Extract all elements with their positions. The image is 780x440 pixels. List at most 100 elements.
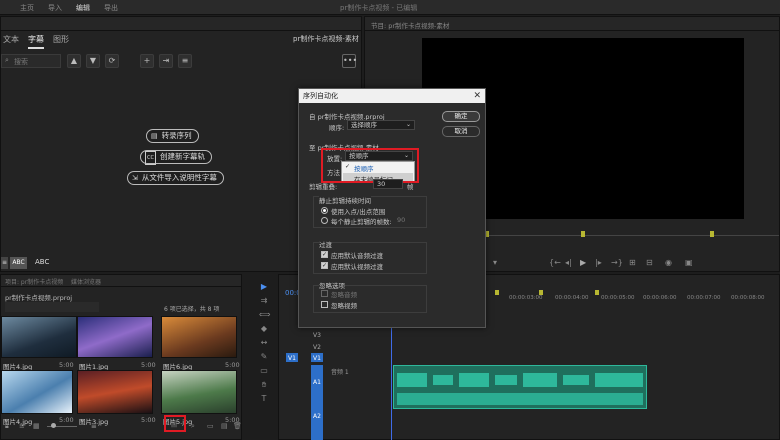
project-search-input[interactable] bbox=[5, 302, 99, 312]
track-a1[interactable]: A1 bbox=[313, 379, 321, 386]
chevron-down-icon: ⌄ bbox=[405, 121, 411, 128]
step-forward-icon[interactable]: |▸ bbox=[595, 258, 602, 267]
comparison-view-icon[interactable]: ▣ bbox=[685, 258, 693, 267]
audio-tracks-target[interactable] bbox=[311, 365, 323, 440]
split-icon[interactable]: ⇥ bbox=[159, 54, 173, 68]
lock-icon[interactable]: 🔒︎ bbox=[5, 422, 9, 431]
new-bin-icon[interactable]: ▭ bbox=[207, 422, 214, 430]
audio-transition-checkbox[interactable]: ✓ bbox=[321, 251, 328, 258]
pen-icon[interactable]: ✎ bbox=[259, 352, 269, 362]
step-back-icon[interactable]: ◂| bbox=[565, 258, 572, 267]
thumbnail-image[interactable] bbox=[1, 370, 73, 414]
tab-edit[interactable]: 编辑 bbox=[76, 3, 90, 13]
audio-transition-label: 应用默认音频过渡 bbox=[331, 252, 383, 260]
thumb-duration: 5:00 bbox=[59, 416, 74, 424]
highlight-placement bbox=[321, 148, 419, 183]
tab-home[interactable]: 主页 bbox=[20, 3, 34, 13]
arrow-up-button[interactable]: ▲ bbox=[67, 54, 81, 68]
sort-icon[interactable]: ≣ bbox=[91, 422, 97, 430]
merge-icon[interactable]: ≡ bbox=[178, 54, 192, 68]
tab-import[interactable]: 导入 bbox=[48, 3, 62, 13]
timeline-marker[interactable] bbox=[539, 290, 543, 295]
arrow-down-button[interactable]: ▼ bbox=[86, 54, 100, 68]
marker-3[interactable] bbox=[710, 231, 714, 237]
close-icon[interactable]: ✕ bbox=[473, 89, 481, 103]
ignore-audio-label: 忽略音频 bbox=[331, 291, 357, 299]
tab-graphics[interactable]: 图形 bbox=[53, 34, 69, 45]
order-select[interactable]: 选择顺序 ⌄ bbox=[347, 120, 415, 130]
refresh-icon[interactable]: ⟳ bbox=[105, 54, 119, 68]
ignore-video-label: 忽略视频 bbox=[331, 302, 357, 310]
order-label: 顺序: bbox=[329, 124, 345, 132]
type-icon[interactable]: T bbox=[259, 394, 269, 404]
rectangle-icon[interactable]: ▭ bbox=[259, 366, 269, 376]
cancel-button[interactable]: 取消 bbox=[442, 126, 480, 137]
ignore-audio-checkbox[interactable] bbox=[321, 290, 328, 297]
radio-frames[interactable] bbox=[321, 217, 328, 224]
go-to-in-icon[interactable]: {← bbox=[549, 258, 561, 267]
zoom-slider-handle[interactable] bbox=[51, 423, 56, 428]
thumbnail-image[interactable] bbox=[77, 316, 153, 358]
thumbnail-image[interactable] bbox=[77, 370, 153, 414]
selection-tool-icon[interactable]: ▶ bbox=[259, 282, 269, 292]
tab-text[interactable]: 文本 bbox=[3, 34, 19, 45]
ruler-label: 00:00:04:00 bbox=[555, 295, 589, 301]
create-caption-track-button[interactable]: CC 创建新字幕轨 bbox=[140, 150, 212, 165]
timeline-marker[interactable] bbox=[495, 290, 499, 295]
thumbnail-image[interactable] bbox=[161, 370, 237, 414]
slip-icon[interactable]: ↔ bbox=[259, 338, 269, 348]
list-view-icon[interactable]: ≡ bbox=[19, 422, 25, 430]
waveform bbox=[433, 375, 453, 385]
thumb-duration: 5:00 bbox=[141, 416, 156, 424]
sequence-name: pr制作卡点视频-素材 bbox=[293, 35, 359, 43]
tab-media-browser[interactable]: 媒体浏览器 bbox=[71, 277, 101, 286]
clip-overlap-label: 剪辑重叠: bbox=[309, 183, 338, 191]
icon-view-icon[interactable]: ▦ bbox=[33, 422, 40, 430]
thumbnail-image[interactable] bbox=[161, 316, 237, 358]
style-chip-2[interactable]: ABC bbox=[35, 258, 49, 266]
style-chip-left-edge[interactable]: ≡ bbox=[1, 257, 8, 269]
ripple-edit-icon[interactable]: ⟺ bbox=[259, 310, 270, 320]
track-v1[interactable]: V1 bbox=[313, 355, 321, 362]
ignore-video-checkbox[interactable] bbox=[321, 301, 328, 308]
ruler-label: 00:00:03:00 bbox=[509, 295, 543, 301]
thumbnail-image[interactable] bbox=[1, 316, 77, 358]
radio-in-out[interactable] bbox=[321, 207, 328, 214]
track-v3[interactable]: V3 bbox=[313, 332, 321, 339]
ok-button[interactable]: 确定 bbox=[442, 111, 480, 122]
style-chip-1[interactable]: ABC bbox=[10, 257, 27, 269]
frames-value[interactable]: 90 bbox=[397, 216, 405, 224]
tab-export[interactable]: 导出 bbox=[104, 3, 118, 13]
delete-icon[interactable]: 🗑︎ bbox=[233, 422, 242, 430]
track-select-icon[interactable]: ⇉ bbox=[259, 296, 269, 306]
play-icon[interactable]: ▶ bbox=[580, 258, 586, 267]
search-input[interactable]: ⌕ 搜索 bbox=[1, 54, 61, 68]
waveform bbox=[595, 373, 643, 387]
track-a2[interactable]: A2 bbox=[313, 413, 321, 420]
clip-overlap-input[interactable]: 30 bbox=[373, 179, 403, 189]
overwrite-icon[interactable]: ⊟ bbox=[646, 258, 653, 267]
insert-icon[interactable]: ⊞ bbox=[629, 258, 636, 267]
transcribe-sequence-button[interactable]: ▤ 转录序列 bbox=[146, 129, 199, 143]
audio-track-name: 音频 1 bbox=[331, 369, 349, 376]
tab-captions[interactable]: 字幕 bbox=[28, 34, 44, 49]
source-patch-v1-label: V1 bbox=[288, 355, 296, 362]
import-caption-label: 从文件导入说明性字幕 bbox=[141, 173, 217, 182]
transcribe-label: 转录序列 bbox=[161, 131, 192, 140]
go-to-out-icon[interactable]: →} bbox=[611, 258, 623, 267]
timeline-marker[interactable] bbox=[595, 290, 599, 295]
more-options-icon[interactable]: ••• bbox=[342, 54, 357, 68]
highlight-automate-button bbox=[164, 415, 186, 432]
razor-icon[interactable]: ◆ bbox=[259, 324, 269, 334]
mark-out-icon[interactable]: ▾ bbox=[493, 258, 497, 267]
export-frame-icon[interactable]: ◉ bbox=[665, 258, 672, 267]
find-icon[interactable]: ⌕ bbox=[191, 422, 195, 431]
hand-icon[interactable]: ✋︎ bbox=[259, 380, 269, 390]
video-transition-checkbox[interactable]: ✓ bbox=[321, 262, 328, 269]
marker-2[interactable] bbox=[581, 231, 585, 237]
new-item-icon[interactable]: ▤ bbox=[221, 422, 228, 430]
tab-project[interactable]: 项目: pr制作卡点视频 bbox=[5, 277, 63, 286]
track-v2[interactable]: V2 bbox=[313, 344, 321, 351]
import-captions-button[interactable]: ⇲ 从文件导入说明性字幕 bbox=[127, 171, 224, 185]
add-icon[interactable]: + bbox=[140, 54, 154, 68]
